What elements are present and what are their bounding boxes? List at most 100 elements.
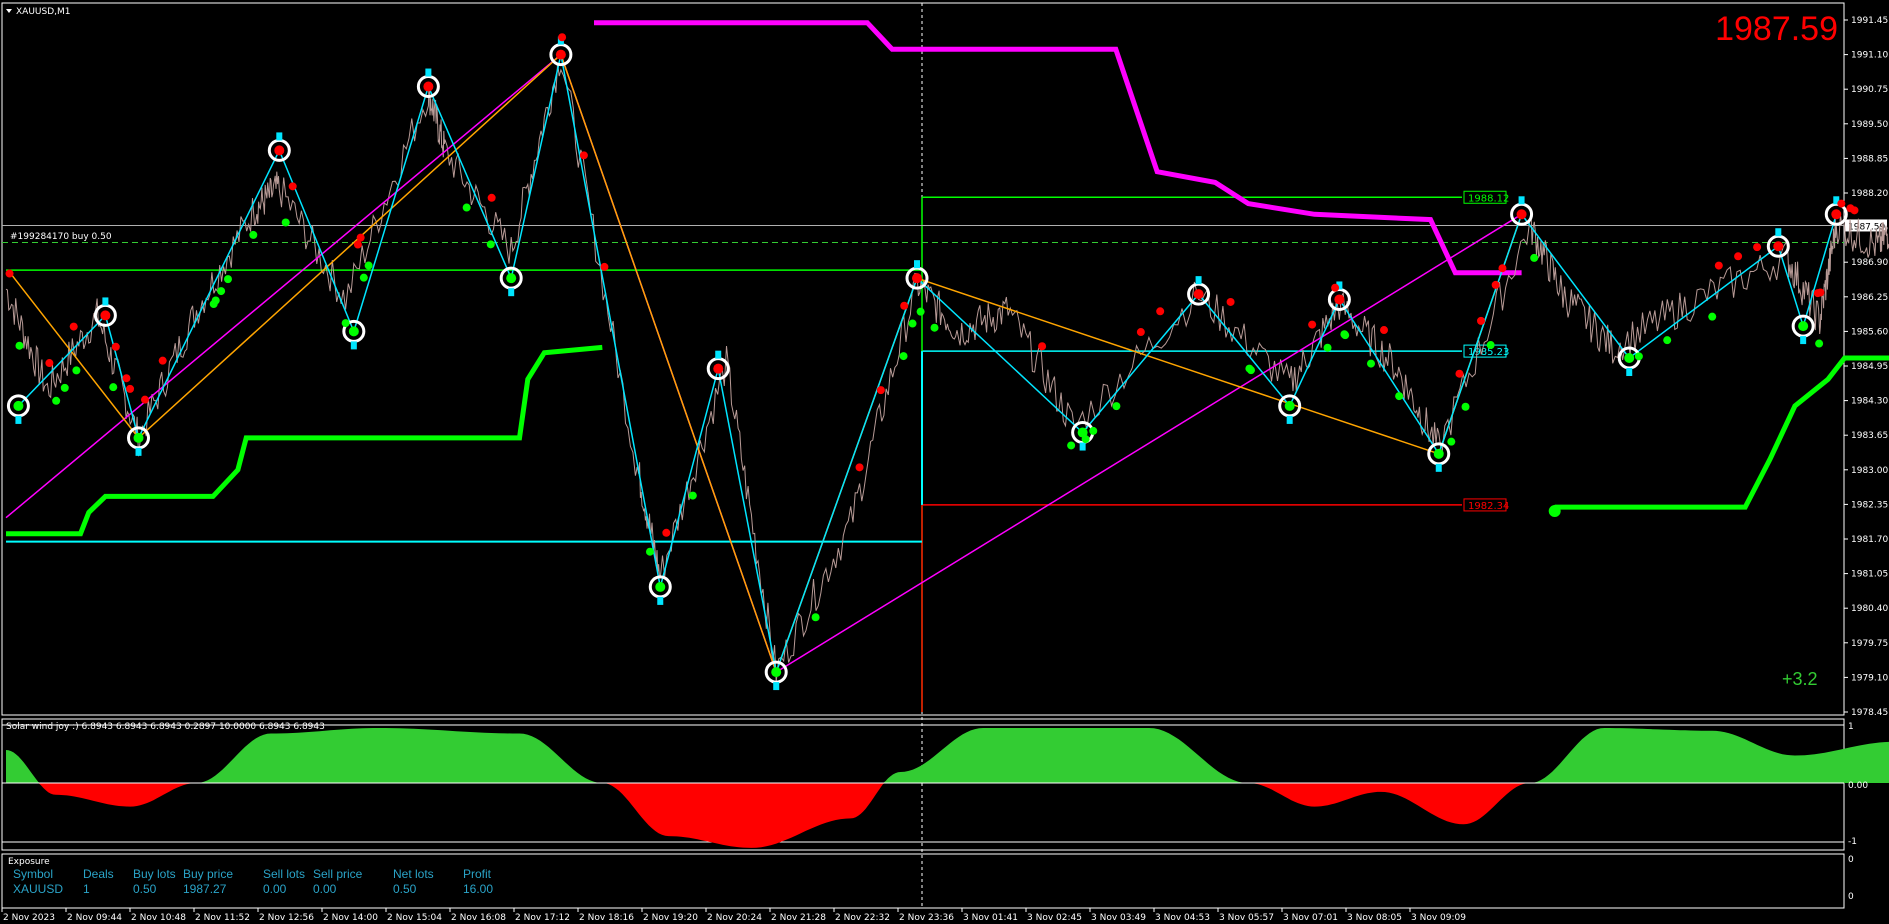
pivot-dot [274,145,285,156]
exposure-value-profit: 16.00 [463,882,493,896]
exposure-value-sell-price: 0.00 [313,882,337,896]
x-tick-label: 2 Nov 2023 [3,913,55,923]
signal-dot-red [1850,206,1859,215]
signal-dot-green [109,383,118,392]
x-tick-label: 3 Nov 07:01 [1283,913,1338,923]
signal-dot-green [359,273,368,282]
exposure-tick-bottom: 0 [1848,892,1854,902]
exposure-header-symbol: Symbol [13,867,53,881]
zigzag-orange [9,53,1523,675]
pivot-tick [1079,442,1086,451]
pivot-dot [1193,289,1204,300]
signal-dot-red [1038,342,1047,351]
pivot-dot [100,310,111,321]
signal-dot-green [811,613,820,622]
exposure-tick-top: 0 [1848,855,1854,865]
pivot-dot [1516,209,1527,220]
signal-dot-green [916,307,925,316]
signal-dot-green [15,341,24,350]
signal-dot-green [281,218,290,227]
signal-dot-red [1136,328,1145,337]
signal-dot-red [1837,199,1846,208]
pivot-tick [508,288,515,297]
exposure-value-buy-lots: 0.50 [133,882,157,896]
pivot-dot [1334,294,1345,305]
y-tick-label: 1990.75 [1851,85,1888,95]
pivot-dot [1773,241,1784,252]
signal-dot-red [1331,283,1340,292]
x-tick-label: 2 Nov 22:32 [835,913,890,923]
signal-dot-green [1323,343,1332,352]
signal-dot-red [1816,288,1825,297]
signal-dot-red [356,233,365,242]
signal-dot-green [1067,441,1076,450]
x-tick-label: 3 Nov 08:05 [1347,913,1402,923]
x-tick-label: 3 Nov 03:49 [1091,913,1146,923]
y-tick-label: 1978.45 [1851,708,1888,718]
signal-dot-green [72,366,81,375]
green-step-start-dot [1548,505,1561,518]
green-level-line-label: 1988.12 [1468,193,1509,204]
signal-dot-red [1714,261,1723,270]
signal-dot-red [1226,297,1235,306]
pivot-tick [350,341,357,350]
x-tick-label: 3 Nov 09:09 [1411,913,1466,923]
symbol-title: XAUUSD,M1 [16,7,71,17]
pivot-dot [1624,353,1635,364]
menu-triangle-icon[interactable] [6,9,12,13]
signal-dot-red [45,359,54,368]
osc-tick-bottom: -1 [1848,837,1857,847]
osc-tick-top: 1 [1848,722,1854,732]
signal-dot-green [688,491,697,500]
pivot-tick [914,260,920,269]
y-tick-label: 1986.90 [1851,258,1888,268]
signal-dot-red [600,262,609,271]
x-tick-label: 2 Nov 18:16 [579,913,634,923]
osc-positive-area [6,728,1889,783]
signal-dot-green [60,383,69,392]
signal-dot-green [211,296,220,305]
pivot-tick [1435,463,1442,472]
pivot-dot [133,432,144,443]
signal-dot-red [1380,326,1389,335]
signal-dot-green [1663,336,1672,345]
signal-dot-green [1081,435,1090,444]
pivot-tick [1800,336,1807,345]
signal-dot-red [855,463,864,472]
exposure-panel-border [1,853,1845,909]
exposure-title: Exposure [8,857,50,867]
y-tick-label: 1983.00 [1851,466,1888,476]
exposure-header-sell-price: Sell price [313,867,363,881]
signal-dot-green [364,261,373,270]
chart-area: 1991.45 1991.10 1990.75 1989.50 1988.85 1988.… [1,2,1889,923]
pivot-dot [555,49,566,60]
signal-dot-red [1455,369,1464,378]
signal-dot-green [1530,253,1539,262]
pivot-tick [102,297,109,306]
signal-dot-green [217,287,226,296]
exposure-value-deals: 1 [83,882,90,896]
x-tick-label: 2 Nov 17:12 [515,913,570,923]
level-lines: 1988.121985.231982.341987.59 [2,190,1887,712]
green-step-line [6,344,603,537]
y-tick-label: 1982.35 [1851,500,1888,510]
signal-dot-green [899,352,908,361]
pivot-tick [276,132,283,141]
x-tick-label: 2 Nov 15:04 [387,913,442,923]
time-axis: 2 Nov 2023 2 Nov 09:44 2 Nov 10:48 2 Nov 11… [1,908,1466,923]
x-tick-label: 2 Nov 21:28 [771,913,826,923]
y-tick-label: 1988.85 [1851,154,1888,164]
signal-dot-green [249,230,258,239]
x-tick-label: 2 Nov 10:48 [131,913,186,923]
signal-dot-green [1447,437,1456,446]
y-tick-label: 1984.95 [1851,362,1888,372]
pivot-tick [773,682,780,691]
pivot-tick [657,596,664,605]
y-tick-label: 1983.65 [1851,431,1888,441]
exposure-value-buy-price: 1987.27 [183,882,227,896]
x-tick-label: 2 Nov 20:24 [707,913,762,923]
signal-dot-red [1491,280,1500,289]
pivot-dot [655,581,666,592]
x-tick-label: 3 Nov 01:41 [963,913,1018,923]
pivot-tick [715,350,722,359]
